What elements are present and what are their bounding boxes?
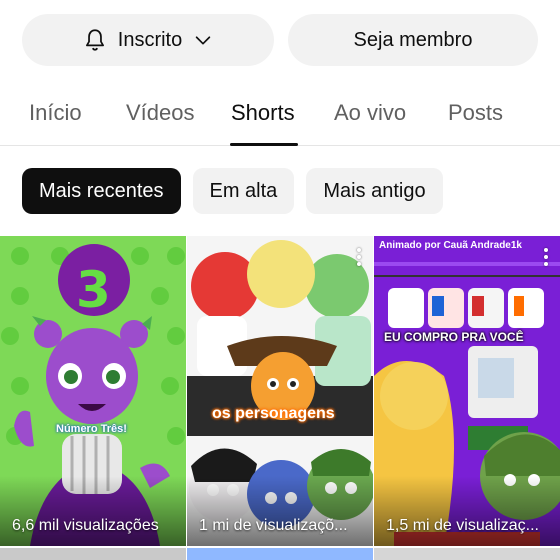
chip-popular[interactable]: Em alta bbox=[192, 168, 295, 214]
chevron-down-icon bbox=[192, 29, 214, 51]
number-badge: 3 bbox=[76, 261, 111, 319]
view-count: 1 mi de visualizaçõ... bbox=[199, 517, 348, 534]
short-card[interactable]: os personagens 1 mi de visualizaçõ... bbox=[187, 236, 373, 546]
tab-posts[interactable]: Posts bbox=[448, 100, 503, 126]
credit-caption: Animado por Cauã Andrade1k bbox=[379, 240, 522, 251]
join-membership-label: Seja membro bbox=[353, 28, 473, 51]
overlay-caption: EU COMPRO PRA VOCÊ bbox=[384, 330, 524, 344]
short-card[interactable]: Animado por Cauã Andrade1k EU COMPRO PRA… bbox=[374, 236, 560, 546]
more-vert-icon[interactable] bbox=[538, 246, 554, 268]
overlay-caption: Número Três! bbox=[56, 423, 127, 435]
active-tab-indicator bbox=[230, 143, 298, 146]
view-count: 6,6 mil visualizações bbox=[12, 517, 159, 534]
short-card[interactable]: 3 Número Três! 6,6 mil visualizações bbox=[0, 236, 186, 546]
shorts-grid: 3 Número Três! 6,6 mil visualizações os … bbox=[0, 236, 560, 546]
next-row-preview bbox=[0, 548, 560, 560]
more-vert-icon[interactable] bbox=[351, 246, 367, 268]
short-card-preview bbox=[0, 548, 186, 560]
chip-latest[interactable]: Mais recentes bbox=[22, 168, 181, 214]
tab-home[interactable]: Início bbox=[29, 100, 82, 126]
short-card-preview bbox=[374, 548, 560, 560]
channel-actions: Inscrito Seja membro bbox=[22, 14, 538, 66]
short-card-preview bbox=[187, 548, 373, 560]
tab-shorts[interactable]: Shorts bbox=[231, 100, 295, 126]
tab-live[interactable]: Ao vivo bbox=[334, 100, 406, 126]
bell-icon bbox=[82, 27, 108, 53]
overlay-caption: os personagens bbox=[212, 405, 335, 422]
sort-chips: Mais recentes Em alta Mais antigo bbox=[22, 168, 443, 214]
tab-videos[interactable]: Vídeos bbox=[126, 100, 195, 126]
subscribed-label: Inscrito bbox=[117, 28, 183, 51]
join-membership-button[interactable]: Seja membro bbox=[288, 14, 538, 66]
view-count: 1,5 mi de visualizaç... bbox=[386, 517, 539, 534]
chip-oldest[interactable]: Mais antigo bbox=[306, 168, 443, 214]
subscribed-button[interactable]: Inscrito bbox=[22, 14, 274, 66]
channel-tabs: Início Vídeos Shorts Ao vivo Posts bbox=[0, 88, 560, 146]
